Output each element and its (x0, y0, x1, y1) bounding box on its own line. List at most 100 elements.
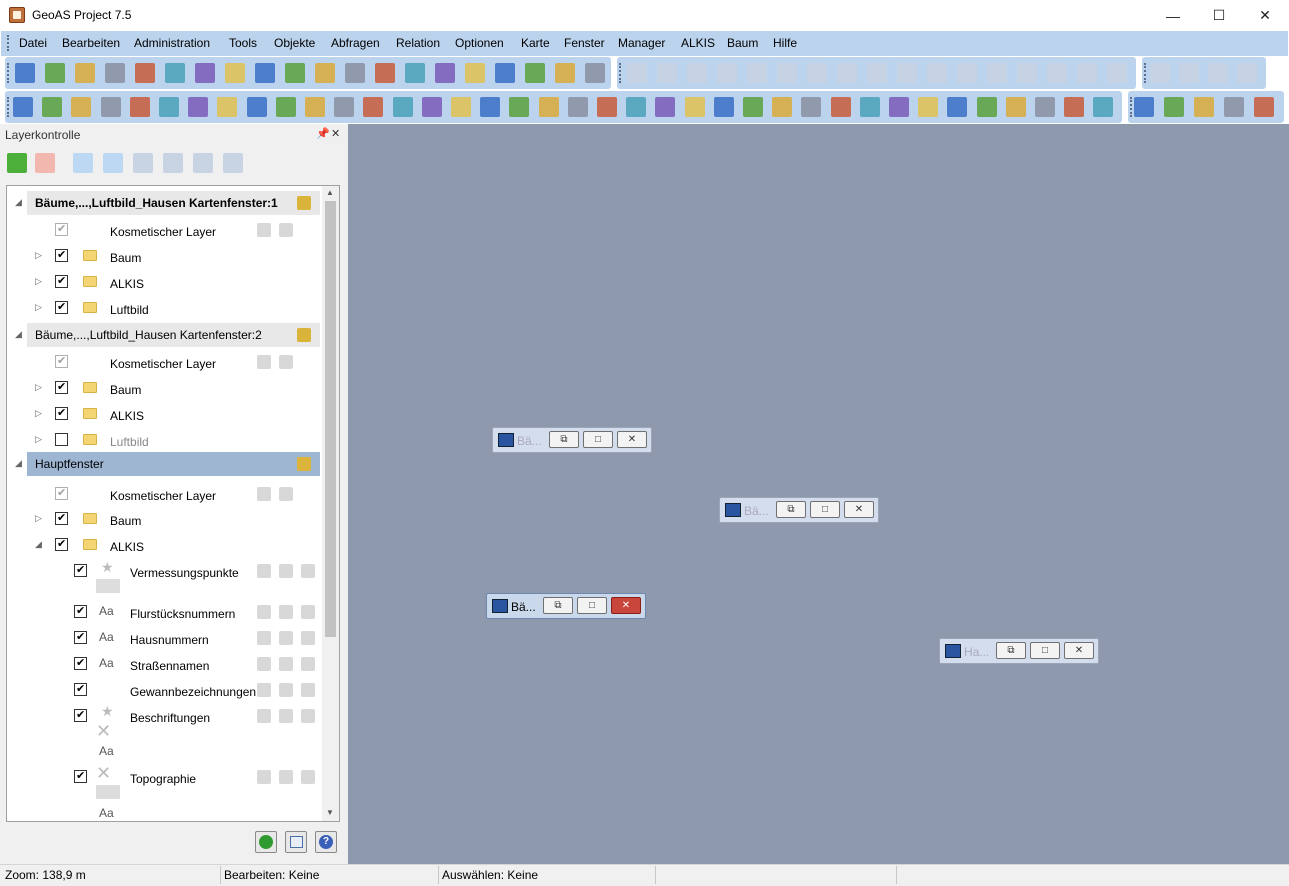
collapse-arrow-icon[interactable]: ◢ (15, 458, 22, 469)
scale-bar-icon[interactable] (859, 97, 880, 117)
spark-icon[interactable] (279, 683, 293, 697)
car-icon[interactable] (830, 97, 851, 117)
layer-row[interactable]: Topographie (7, 763, 327, 789)
globe-icon[interactable] (285, 63, 305, 83)
zoom-out-icon[interactable] (305, 97, 325, 117)
select-rect-icon[interactable] (42, 97, 63, 117)
menu-manager[interactable]: Manager (618, 36, 665, 50)
spark-icon[interactable] (279, 770, 293, 784)
tag-icon[interactable] (480, 97, 501, 117)
down-icon[interactable] (103, 153, 123, 173)
text-tool-icon[interactable] (867, 63, 887, 83)
restore-button[interactable]: ⧉ (776, 501, 806, 518)
tag-icon[interactable] (301, 631, 315, 645)
merge-icon[interactable] (713, 97, 734, 117)
restore-button[interactable]: ⧉ (543, 597, 573, 614)
spark-icon[interactable] (279, 657, 293, 671)
layer-checkbox[interactable] (55, 222, 68, 236)
tape-icon[interactable] (597, 97, 617, 117)
menu-tools[interactable]: Tools (229, 36, 257, 50)
layer-row[interactable]: Hausnummern (7, 624, 327, 650)
layer-checkbox[interactable] (55, 300, 68, 314)
layer-row[interactable]: ▷ Baum (7, 505, 327, 531)
move-layer-icon[interactable] (1194, 97, 1214, 117)
disk-icon[interactable] (947, 97, 968, 117)
layer-row[interactable]: Kosmetischer Layer (7, 216, 327, 242)
filter-icon[interactable] (918, 97, 939, 117)
close-button[interactable]: ✕ (1242, 0, 1288, 31)
menu-grip[interactable] (7, 35, 9, 51)
edit-icon[interactable] (257, 631, 271, 645)
delete-icon[interactable] (35, 153, 55, 173)
minimized-window-4[interactable]: Ha... ⧉ □ ✕ (939, 638, 1099, 664)
sort-az-icon[interactable] (525, 63, 545, 83)
menu-karte[interactable]: Karte (521, 36, 550, 50)
layer-row[interactable]: Kosmetischer Layer (7, 480, 327, 506)
search-map-icon[interactable] (555, 63, 575, 83)
layer-row[interactable]: ▷ ALKIS (7, 268, 327, 294)
menu-hilfe[interactable]: Hilfe (773, 36, 797, 50)
menu-administration[interactable]: Administration (134, 36, 210, 50)
table-icon[interactable] (225, 63, 245, 83)
edit-icon[interactable] (257, 709, 271, 723)
collapse-arrow-icon[interactable]: ◢ (15, 329, 22, 340)
menu-optionen[interactable]: Optionen (455, 36, 504, 50)
zoom-search-icon[interactable] (1237, 63, 1257, 83)
restore-button[interactable]: ⧉ (996, 642, 1026, 659)
table-export-icon[interactable] (285, 831, 307, 853)
house-tool-icon[interactable] (1093, 97, 1114, 117)
menu-relation[interactable]: Relation (396, 36, 440, 50)
edit-layer-icon[interactable] (1224, 97, 1244, 117)
spark-icon[interactable] (279, 605, 293, 619)
layer-group[interactable]: ◢ Bäume,...,Luftbild_Hausen Kartenfenster… (15, 323, 320, 347)
edit-icon[interactable] (257, 223, 271, 237)
expand-arrow-icon[interactable]: ▷ (35, 434, 42, 445)
forward-icon[interactable] (1208, 63, 1228, 83)
minimized-window-1[interactable]: Bä... ⧉ □ ✕ (492, 427, 652, 453)
close-button[interactable]: ✕ (611, 597, 641, 614)
map-flag-icon[interactable] (495, 63, 515, 83)
tag-icon[interactable] (297, 328, 311, 342)
grid-edit-icon[interactable] (1107, 63, 1127, 83)
layer-row[interactable]: ◢ ALKIS (7, 531, 327, 557)
rounded-rect-icon[interactable] (837, 63, 857, 83)
layer-row[interactable]: ▷ ALKIS (7, 400, 327, 426)
paste-icon[interactable] (165, 63, 185, 83)
layer-row[interactable]: Flurstücksnummern (7, 598, 327, 624)
polygon-icon[interactable] (747, 63, 767, 83)
menu-objekte[interactable]: Objekte (274, 36, 315, 50)
fit-icon[interactable] (1179, 63, 1199, 83)
menu-baum[interactable]: Baum (727, 36, 758, 50)
expand-arrow-icon[interactable]: ◢ (35, 539, 42, 550)
spark-icon[interactable] (279, 709, 293, 723)
house-icon[interactable] (1047, 63, 1067, 83)
layer-row[interactable]: Vermessungspunkte (7, 557, 327, 583)
layer-checkbox[interactable] (55, 354, 68, 368)
layer-checkbox[interactable] (55, 248, 68, 262)
layer-stack-icon[interactable] (133, 153, 153, 173)
copy-feature-icon[interactable] (743, 97, 763, 117)
pin-icon[interactable]: 📌 (316, 127, 330, 140)
layer-row[interactable]: ▷ Baum (7, 374, 327, 400)
menu-datei[interactable]: Datei (19, 36, 47, 50)
edit-icon[interactable] (257, 657, 271, 671)
snap-icon[interactable] (987, 63, 1007, 83)
sort-icon[interactable] (223, 153, 243, 173)
undo-icon[interactable] (195, 63, 215, 83)
edit-vertex-icon[interactable] (246, 97, 267, 117)
map-canvas[interactable] (348, 124, 1289, 864)
tag-icon[interactable] (297, 196, 311, 210)
cut-icon[interactable] (105, 63, 125, 83)
minimized-window-active[interactable]: Bä... ⧉ □ ✕ (486, 593, 646, 619)
legend-icon[interactable] (626, 97, 647, 117)
zoom-in-icon[interactable] (275, 97, 296, 117)
maximize-button[interactable]: □ (810, 501, 840, 518)
scroll-up-icon[interactable]: ▲ (326, 188, 334, 197)
label-a-icon[interactable] (1077, 63, 1097, 83)
polyline-icon[interactable] (687, 63, 707, 83)
edit-icon[interactable] (257, 605, 271, 619)
layer-checkbox[interactable] (74, 769, 87, 783)
layer-checkbox[interactable] (74, 708, 87, 722)
back-icon[interactable] (1150, 63, 1170, 83)
golf-flag-icon[interactable] (451, 97, 471, 117)
